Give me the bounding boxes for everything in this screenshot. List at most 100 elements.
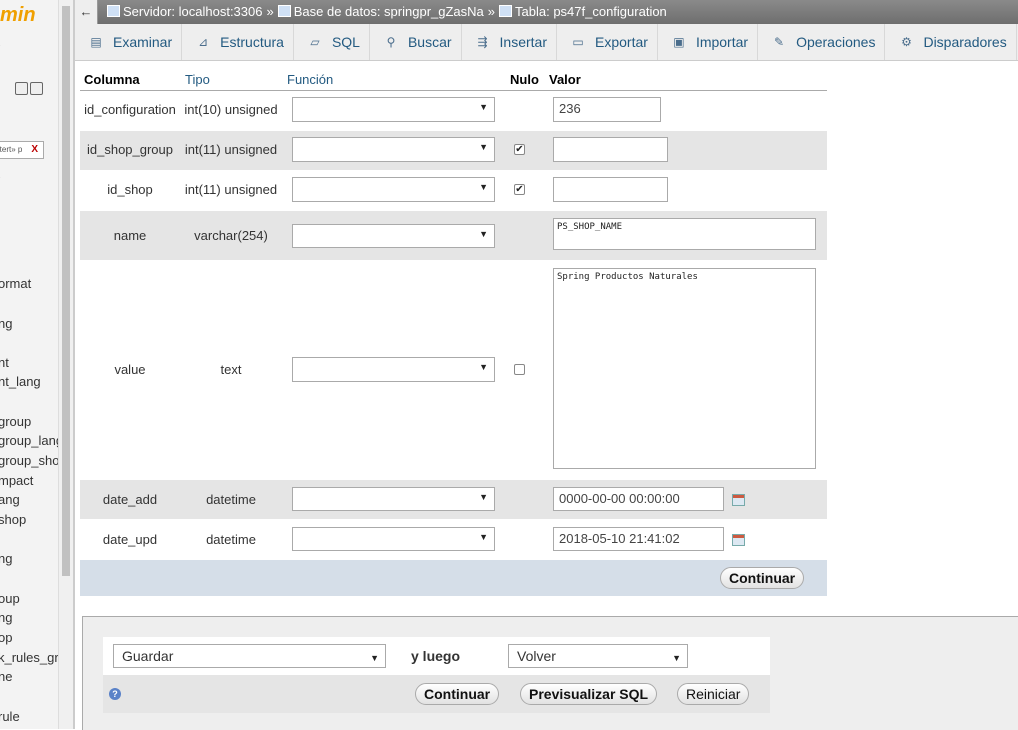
nav-table-item[interactable]: group_sho — [0, 453, 58, 468]
calendar-icon[interactable] — [732, 534, 745, 546]
nav-table-item[interactable]: rule — [0, 709, 20, 724]
tab-importar[interactable]: ▣ Importar — [658, 24, 759, 60]
field-type: varchar(254) — [194, 228, 268, 243]
function-select[interactable] — [292, 527, 495, 551]
tab-exportar[interactable]: ▭ Exportar — [557, 24, 658, 60]
value-input[interactable]: 0000-00-00 00:00:00 — [553, 487, 724, 511]
collapse-link-icons — [15, 82, 43, 95]
sidebar-scrollbar-thumb[interactable] — [62, 6, 70, 576]
value-input[interactable]: 236 — [553, 97, 661, 122]
header-function[interactable]: Función — [287, 72, 333, 87]
breadcrumb-bar: ← Servidor: localhost:3306» Base de datos… — [75, 0, 1018, 24]
field-type: datetime — [206, 532, 256, 547]
nav-table-item[interactable]: shop — [0, 512, 26, 527]
nav-table-item[interactable]: ng — [0, 610, 12, 625]
tab-insertar[interactable]: ⇶ Insertar — [462, 24, 558, 60]
value-textarea[interactable]: PS_SHOP_NAME — [553, 218, 816, 250]
tab-examinar[interactable]: ▤ Examinar — [75, 24, 183, 60]
null-checkbox[interactable]: ✔ — [514, 144, 525, 155]
nav-table-item[interactable]: nt_lang — [0, 374, 41, 389]
panel-divider[interactable] — [73, 0, 75, 729]
then-action-select[interactable]: Volver — [508, 644, 688, 668]
function-select[interactable] — [292, 224, 495, 248]
value-input[interactable] — [553, 177, 668, 202]
collapse-all-icon[interactable] — [15, 82, 28, 95]
browse-icon: ▤ — [90, 35, 102, 49]
field-row-name: name varchar(254) PS_SHOP_NAME — [80, 211, 827, 261]
field-name: value — [114, 362, 146, 377]
field-type: int(11) unsigned — [184, 142, 278, 157]
breadcrumb: Servidor: localhost:3306» Base de datos: … — [107, 0, 667, 24]
sidebar-scrollbar[interactable] — [58, 0, 74, 729]
field-row-date-add: date_add datetime 0000-00-00 00:00:00 — [80, 480, 827, 520]
value-input[interactable] — [553, 137, 668, 162]
function-select[interactable] — [292, 97, 495, 122]
null-checkbox[interactable]: ✔ — [514, 184, 525, 195]
continue-button[interactable]: Continuar — [720, 567, 805, 589]
nav-table-item[interactable]: group_lang — [0, 433, 58, 448]
breadcrumb-server[interactable]: Servidor: localhost:3306 — [123, 4, 262, 19]
save-action-select[interactable]: Guardar — [113, 644, 386, 668]
table-filter-input[interactable]: Intert» p X — [0, 141, 44, 159]
field-row-id-configuration: id_configuration int(10) unsigned 236 — [80, 91, 827, 131]
tab-bar: ▤ Examinar ⊿ Estructura ▱ SQL ⚲ Buscar ⇶ Inse… — [75, 24, 1018, 61]
header-type[interactable]: Tipo — [185, 72, 210, 87]
then-label: y luego — [411, 648, 461, 664]
field-row-id-shop-group: id_shop_group int(11) unsigned ✔ — [80, 131, 827, 171]
value-textarea[interactable]: Spring Productos Naturales — [553, 268, 816, 469]
header-null: Nulo — [510, 72, 539, 87]
nav-table-item[interactable]: oup — [0, 591, 20, 606]
nav-table-item[interactable]: ng — [0, 316, 12, 331]
nav-table-item[interactable]: nt — [0, 355, 9, 370]
server-icon — [107, 5, 120, 17]
nav-table-item[interactable]: ang — [0, 492, 20, 507]
tab-disparadores[interactable]: ⚙ Disparadores — [885, 24, 1017, 60]
after-insert-buttons: ? Continuar Previsualizar SQL Reiniciar — [103, 675, 770, 713]
tab-estructura[interactable]: ⊿ Estructura — [182, 24, 294, 60]
filter-clear-icon[interactable]: X — [31, 142, 38, 158]
phpmyadmin-logo[interactable]: min — [0, 4, 36, 27]
navigation-panel: min - Intert» p X - ormat ng nt nt_lang … — [0, 0, 58, 729]
nav-table-item[interactable]: k_rules_gr — [0, 650, 58, 665]
function-select[interactable] — [292, 357, 495, 382]
import-icon: ▣ — [673, 35, 685, 49]
preview-sql-button[interactable]: Previsualizar SQL — [520, 683, 658, 705]
function-select[interactable] — [292, 177, 495, 202]
after-insert-options: Guardar y luego Volver ? Continuar Previ… — [103, 637, 770, 713]
tab-buscar[interactable]: ⚲ Buscar — [370, 24, 462, 60]
field-name: id_shop_group — [86, 142, 174, 157]
triggers-icon: ⚙ — [901, 35, 912, 49]
function-select[interactable] — [292, 487, 495, 511]
edit-row-form: Columna Tipo Función Nulo Valor id_confi… — [80, 68, 827, 596]
back-arrow-icon[interactable]: ← — [75, 0, 98, 24]
nav-table-item[interactable]: group — [0, 414, 31, 429]
structure-icon: ⊿ — [198, 35, 209, 49]
tab-sql[interactable]: ▱ SQL — [294, 24, 370, 60]
form-button-row: Continuar — [80, 560, 827, 596]
link-icon[interactable] — [30, 82, 43, 95]
function-select[interactable] — [292, 137, 495, 162]
value-input[interactable]: 2018-05-10 21:41:02 — [553, 527, 724, 551]
insert-icon: ⇶ — [477, 35, 488, 49]
null-checkbox[interactable] — [514, 364, 525, 375]
nav-table-item[interactable]: ne — [0, 669, 12, 684]
calendar-icon[interactable] — [732, 494, 745, 506]
nav-table-item[interactable]: ormat — [0, 276, 31, 291]
export-icon: ▭ — [572, 35, 584, 49]
nav-table-item[interactable]: op — [0, 630, 12, 645]
help-icon[interactable]: ? — [109, 688, 121, 700]
continue-button[interactable]: Continuar — [415, 683, 500, 705]
after-insert-box: Guardar y luego Volver ? Continuar Previ… — [82, 616, 1018, 730]
reset-button[interactable]: Reiniciar — [677, 683, 750, 705]
wrench-icon: ✎ — [774, 35, 785, 49]
breadcrumb-table[interactable]: Tabla: ps47f_configuration — [515, 4, 667, 19]
table-icon — [499, 5, 513, 17]
breadcrumb-database[interactable]: Base de datos: springpr_gZasNa — [294, 4, 484, 19]
form-header: Columna Tipo Función Nulo Valor — [80, 68, 827, 91]
field-name: date_upd — [102, 532, 158, 547]
field-row-id-shop: id_shop int(11) unsigned ✔ — [80, 171, 827, 211]
nav-table-item[interactable]: ng — [0, 551, 12, 566]
field-name: name — [113, 228, 147, 243]
nav-table-item[interactable]: mpact — [0, 473, 33, 488]
tab-operaciones[interactable]: ✎ Operaciones — [758, 24, 886, 60]
